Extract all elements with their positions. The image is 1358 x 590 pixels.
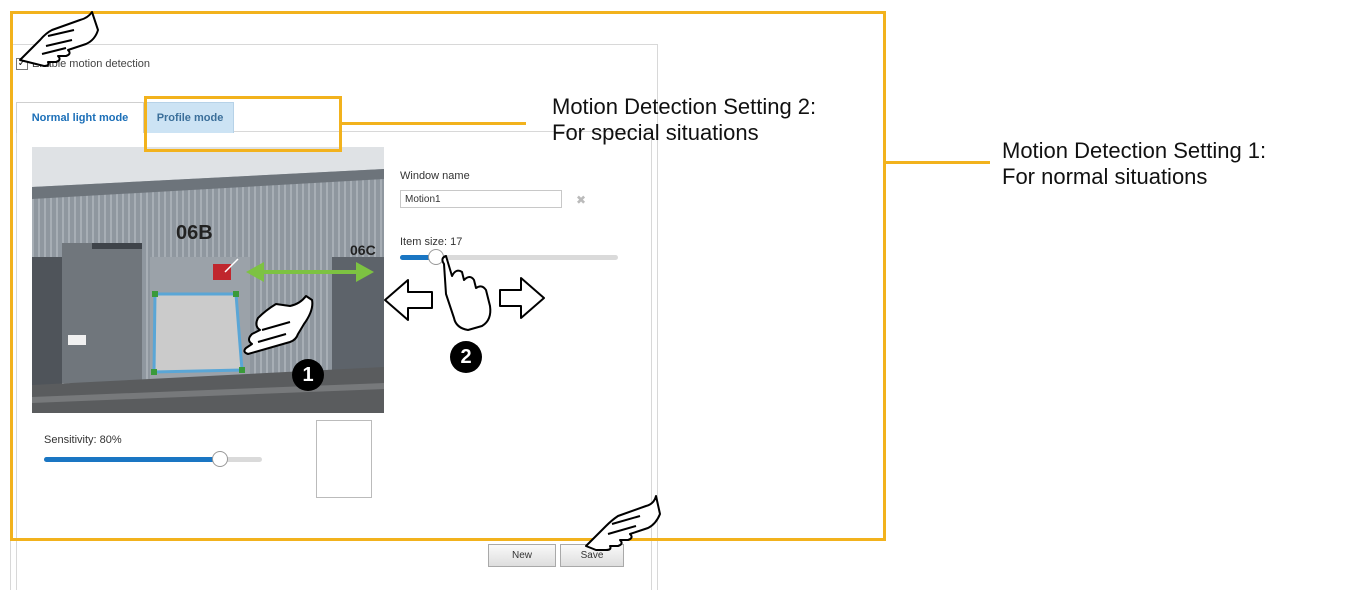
setting2-highlight [144,96,342,152]
setting2-callout-line1: Motion Detection Setting 2: [552,94,817,119]
setting2-callout-line2: For special situations [552,120,759,145]
new-button[interactable]: New [488,544,556,567]
save-button[interactable]: Save [560,544,624,567]
setting1-callout-line2: For normal situations [1002,164,1208,189]
setting2-callout-line [342,122,526,125]
setting1-callout-line1: Motion Detection Setting 1: [1002,138,1267,163]
step-badge-2: 2 [450,341,482,373]
setting1-highlight [10,11,886,541]
step-badge-1: 1 [292,359,324,391]
setting1-callout-line [886,161,990,164]
